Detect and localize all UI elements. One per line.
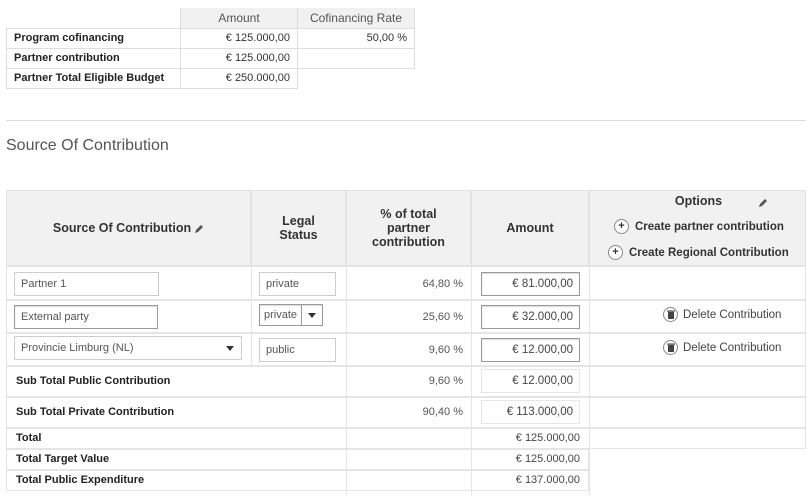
subtotal-label: Sub Total Public Contribution — [16, 375, 171, 387]
section-title: Source Of Contribution — [6, 137, 169, 154]
plus-icon: + — [608, 245, 623, 260]
total-row — [6, 428, 806, 449]
delete-contribution-button[interactable]: Delete Contribution — [663, 307, 781, 322]
header-options: Options + Create partner contribution + … — [589, 190, 806, 266]
subtotal-amount: € 12.000,00 — [481, 369, 580, 393]
plus-icon: + — [614, 219, 629, 234]
pencil-icon[interactable] — [758, 197, 768, 211]
amount-field[interactable]: € 12.000,00 — [481, 338, 580, 362]
percent-value: 9,60 % — [428, 344, 463, 356]
legal-status-field[interactable]: private — [259, 272, 336, 296]
trash-icon — [663, 307, 678, 322]
amount-field[interactable]: € 32.000,00 — [481, 305, 580, 329]
cofinancing-summary-table: Amount Cofinancing Rate Program cofinanc… — [6, 8, 415, 89]
options-title: Options — [674, 194, 723, 208]
percent-value: 25,60 % — [422, 311, 463, 323]
trash-icon — [663, 340, 678, 355]
summary-header-amount: Amount — [180, 8, 298, 29]
section-divider — [6, 120, 806, 121]
chevron-down-icon[interactable] — [219, 345, 241, 351]
summary-row: Partner contribution € 125.000,00 — [6, 47, 415, 69]
summary-header-row: Amount Cofinancing Rate — [6, 8, 415, 29]
total-amount: € 125.000,00 — [515, 453, 580, 465]
summary-header-cofinancing-rate: Cofinancing Rate — [297, 8, 415, 29]
legal-status-select[interactable]: private — [259, 304, 323, 326]
header-percent-total: % of total partner contribution — [346, 190, 471, 266]
legal-status-field[interactable]: public — [259, 338, 336, 362]
source-field[interactable]: External party — [14, 305, 158, 329]
pencil-icon[interactable] — [194, 223, 204, 233]
header-legal-status: Legal Status — [251, 190, 346, 266]
summary-row-rate: 50,00 % — [297, 27, 415, 49]
total-amount: € 125.000,00 — [515, 432, 580, 444]
total-label: Total — [16, 432, 42, 444]
summary-row: Program cofinancing € 125.000,00 50,00 % — [6, 27, 415, 49]
summary-row-label: Partner contribution — [6, 47, 181, 69]
subtotal-percent: 9,60 % — [428, 375, 463, 387]
total-label: Total Public Expenditure — [16, 474, 145, 486]
header-amount: Amount — [471, 190, 589, 266]
summary-row-label: Program cofinancing — [6, 27, 181, 49]
summary-row-label: Partner Total Eligible Budget — [6, 67, 181, 89]
chevron-down-icon[interactable] — [301, 305, 322, 325]
summary-row-amount: € 125.000,00 — [180, 27, 298, 49]
source-select[interactable]: Provincie Limburg (NL) — [14, 336, 242, 360]
subtotal-percent: 90,40 % — [422, 406, 463, 418]
create-regional-contribution-button[interactable]: + Create Regional Contribution — [608, 245, 789, 260]
source-field[interactable]: Partner 1 — [14, 272, 159, 296]
summary-row-amount: € 125.000,00 — [180, 47, 298, 69]
summary-row: Partner Total Eligible Budget € 250.000,… — [6, 67, 415, 89]
total-amount: € 137.000,00 — [515, 474, 580, 486]
delete-contribution-button[interactable]: Delete Contribution — [663, 340, 781, 355]
amount-field[interactable]: € 81.000,00 — [481, 272, 580, 296]
create-partner-contribution-button[interactable]: + Create partner contribution — [614, 219, 784, 234]
subtotal-amount: € 113.000,00 — [481, 400, 580, 424]
summary-row-amount: € 250.000,00 — [180, 67, 298, 89]
percent-value: 64,80 % — [422, 278, 463, 290]
header-source-of-contribution: Source Of Contribution — [6, 190, 251, 266]
subtotal-label: Sub Total Private Contribution — [16, 406, 175, 418]
total-label: Total Target Value — [16, 453, 110, 465]
summary-row-rate — [297, 47, 415, 69]
